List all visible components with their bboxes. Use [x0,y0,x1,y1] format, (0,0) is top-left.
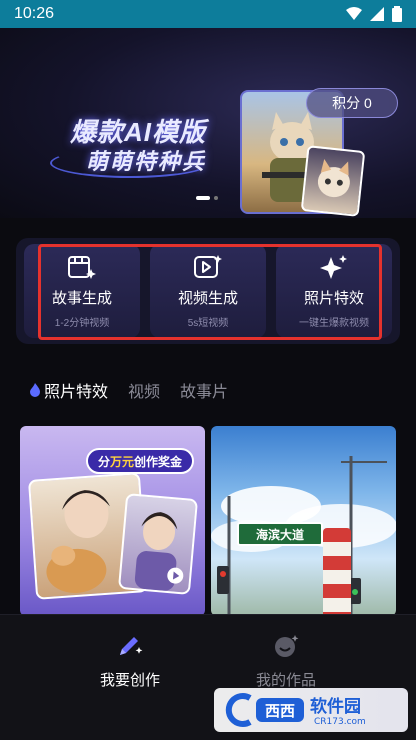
sparkles-icon [320,255,347,279]
tab-photo-effects[interactable]: 照片特效 [30,378,108,402]
feature-row: 故事生成 1-2分钟视频 视频生成 5s短视频 照片特效 一键生爆款视频 [16,238,400,344]
feature-subtitle: 一键生爆款视频 [299,318,369,329]
battery-icon [392,6,402,22]
photo-effects-button[interactable]: 照片特效 一键生爆款视频 [276,244,392,338]
smile-sparkle-icon [275,635,299,657]
status-icons [346,6,402,22]
tab-video[interactable]: 视频 [128,378,160,402]
status-bar: 10:26 [0,0,416,28]
svg-text:软件园: 软件园 [310,696,361,717]
carousel-dot-active [196,196,210,200]
feature-label: 照片特效 [303,290,364,307]
reward-badge: 分 万元 创作奖金 [86,448,195,474]
template-grid: 分 万元 创作奖金 海滨大道 [20,426,396,616]
feature-label: 视频生成 [177,290,238,307]
video-generate-button[interactable]: 视频生成 5s短视频 [150,244,266,338]
nav-label: 我要创作 [99,672,160,689]
reward-text-highlight: 万元 [110,454,135,469]
feature-subtitle: 1-2分钟视频 [54,318,110,329]
nav-create[interactable]: 我要创作 [70,633,190,690]
hero-banner[interactable]: 爆款AI模版 萌萌特种兵 积分 0 [0,28,416,218]
tab-label: 照片特效 [44,384,109,401]
lighthouse-image [323,528,351,616]
watermark-logo-mark: 西西 软件园 CR173.com [225,693,366,727]
reward-text-post: 创作奖金 [134,454,183,469]
template-card-seaside-street[interactable]: 海滨大道 [211,426,396,616]
portrait-result-image [117,493,199,595]
status-time: 10:26 [14,5,55,22]
carousel-indicator [196,196,218,200]
nav-my-works[interactable]: 我的作品 [226,633,346,690]
street-sign: 海滨大道 [237,522,323,546]
watermark-logo: 西西 软件园 CR173.com [214,688,408,732]
points-badge[interactable]: 积分 0 [306,88,398,118]
tab-label: 视频 [128,384,161,401]
svg-text:CR173.com: CR173.com [314,717,366,727]
reward-text-pre: 分 [98,454,111,469]
wifi-icon [346,7,362,20]
feature-label: 故事生成 [51,290,112,307]
story-generate-button[interactable]: 故事生成 1-2分钟视频 [24,244,140,338]
pencil-sparkle-icon [120,637,143,655]
flame-icon [30,383,40,397]
tab-story[interactable]: 故事片 [180,378,228,402]
svg-text:西西: 西西 [265,702,295,720]
banner-title-line2: 萌萌特种兵 [86,149,207,174]
template-card-dog-portrait[interactable]: 分 万元 创作奖金 [20,426,205,616]
feature-subtitle: 5s短视频 [187,318,229,329]
film-sparkle-icon [68,256,96,279]
banner-cat-photo-image [300,145,366,217]
nav-label: 我的作品 [255,672,316,689]
carousel-dot [214,196,218,200]
tab-label: 故事片 [180,384,229,401]
video-sparkle-icon [194,255,222,278]
signal-icon [370,7,384,21]
category-tabs: 照片特效 视频 故事片 [30,378,228,402]
